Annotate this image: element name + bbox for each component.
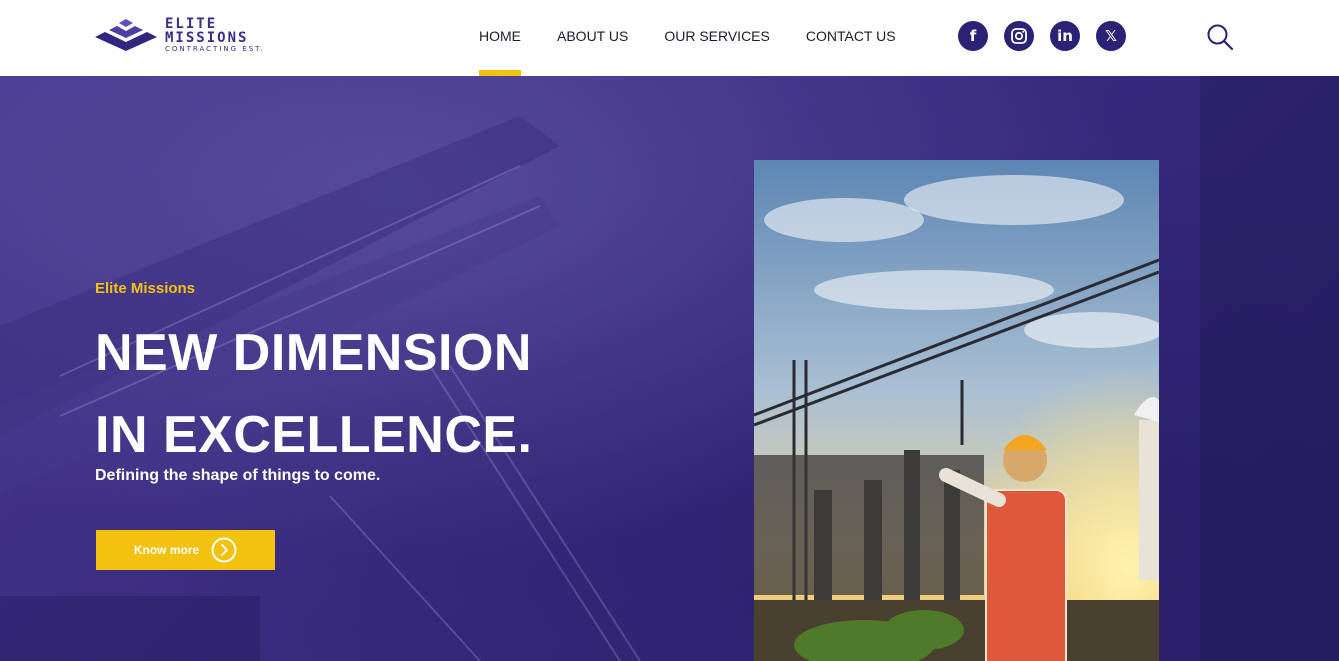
hero-eyebrow: Elite Missions bbox=[95, 280, 196, 297]
social-links: f in 𝕏 bbox=[958, 21, 1142, 51]
know-more-label: Know more bbox=[133, 543, 200, 557]
main-nav: HOME ABOUT US OUR SERVICES CONTACT US bbox=[479, 0, 932, 76]
nav-item-home[interactable]: HOME bbox=[479, 0, 521, 76]
hero-subline: Defining the shape of things to come. bbox=[95, 467, 381, 484]
instagram-glyph bbox=[1011, 28, 1027, 44]
nav-item-contact-us[interactable]: CONTACT US bbox=[806, 0, 896, 76]
linkedin-icon[interactable]: in bbox=[1050, 21, 1080, 51]
construction-site-photo bbox=[754, 160, 1159, 661]
chevron-right-circle-icon bbox=[211, 537, 237, 563]
know-more-button[interactable]: Know more bbox=[96, 530, 275, 570]
search-icon[interactable] bbox=[1205, 22, 1235, 52]
hero-headline-line-2: IN EXCELLENCE. bbox=[95, 406, 533, 464]
logo-mark-icon bbox=[95, 19, 157, 51]
hero-headline-line-1: NEW DIMENSION bbox=[95, 324, 532, 382]
nav-item-about-us[interactable]: ABOUT US bbox=[557, 0, 628, 76]
hero-section: Elite Missions NEW DIMENSION IN EXCELLEN… bbox=[0, 76, 1339, 661]
brand-logo[interactable]: ELITE MISSIONS CONTRACTING EST. bbox=[95, 17, 285, 55]
logo-line-3: CONTRACTING EST. bbox=[165, 45, 265, 53]
logo-line-2: MISSIONS bbox=[165, 30, 249, 46]
instagram-icon[interactable] bbox=[1004, 21, 1034, 51]
logo-line-1: ELITE bbox=[165, 16, 218, 32]
x-icon[interactable]: 𝕏 bbox=[1096, 21, 1126, 51]
site-header: ELITE MISSIONS CONTRACTING EST. HOME ABO… bbox=[0, 0, 1339, 76]
logo-text: ELITE MISSIONS CONTRACTING EST. bbox=[165, 17, 265, 54]
nav-item-our-services[interactable]: OUR SERVICES bbox=[664, 0, 770, 76]
facebook-icon[interactable]: f bbox=[958, 21, 988, 51]
hero-headline: NEW DIMENSION IN EXCELLENCE. bbox=[95, 312, 533, 476]
